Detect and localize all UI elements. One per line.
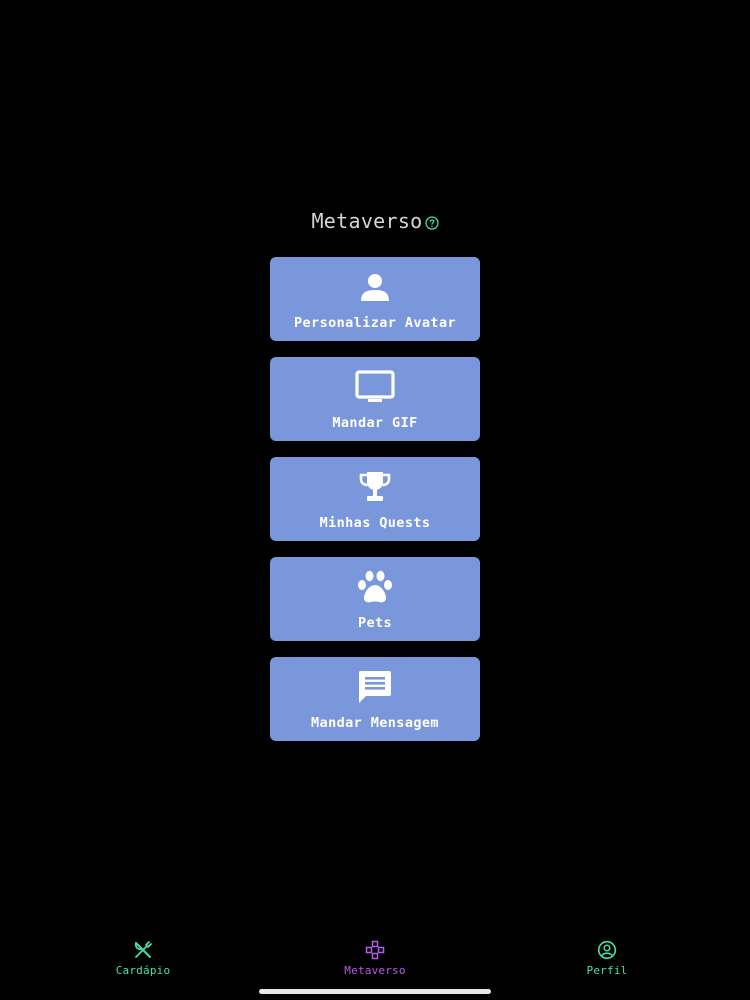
paw-icon xyxy=(355,569,395,605)
tab-perfil[interactable]: Perfil xyxy=(547,940,667,977)
help-circle-icon[interactable] xyxy=(424,215,439,230)
mandar-mensagem-button[interactable]: Mandar Mensagem xyxy=(270,657,480,741)
page-header: Metaverso xyxy=(0,209,750,233)
gamepad-icon xyxy=(365,940,385,960)
personalizar-avatar-button[interactable]: Personalizar Avatar xyxy=(270,257,480,341)
tab-label: Metaverso xyxy=(344,964,406,977)
tab-metaverso[interactable]: Metaverso xyxy=(315,940,435,977)
card-label: Pets xyxy=(357,615,393,631)
card-label: Mandar GIF xyxy=(332,415,418,431)
tab-label: Cardápio xyxy=(115,964,171,977)
metaverso-menu: Personalizar Avatar Mandar GIF Minhas Qu… xyxy=(270,257,480,741)
trophy-icon xyxy=(355,469,395,505)
card-label: Mandar Mensagem xyxy=(311,715,439,731)
monitor-icon xyxy=(355,369,395,405)
tab-label: Perfil xyxy=(586,964,628,977)
mandar-gif-button[interactable]: Mandar GIF xyxy=(270,357,480,441)
utensils-icon xyxy=(133,940,153,960)
tab-cardapio[interactable]: Cardápio xyxy=(83,940,203,977)
page-title: Metaverso xyxy=(311,209,423,233)
card-label: Minhas Quests xyxy=(319,515,431,531)
bottom-tab-bar: Cardápio Metaverso Perfil xyxy=(0,940,750,984)
home-indicator xyxy=(259,989,491,994)
message-icon xyxy=(355,669,395,705)
minhas-quests-button[interactable]: Minhas Quests xyxy=(270,457,480,541)
person-icon xyxy=(355,269,395,305)
card-label: Personalizar Avatar xyxy=(293,315,457,331)
profile-circle-icon xyxy=(597,940,617,960)
pets-button[interactable]: Pets xyxy=(270,557,480,641)
